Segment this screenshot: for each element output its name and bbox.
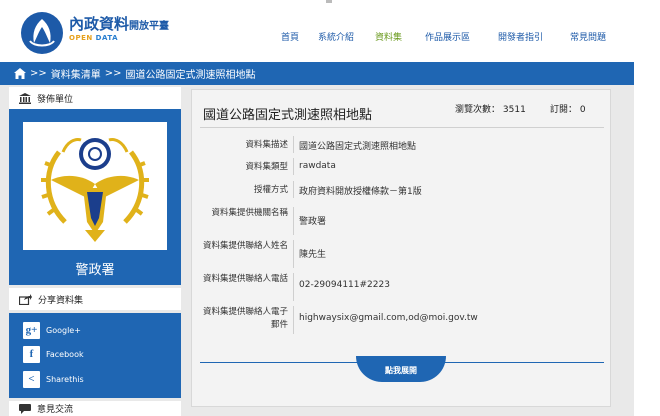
field-value-type: rawdata: [299, 161, 336, 171]
field-value-license[interactable]: 政府資料開放授權條款－第1版: [299, 184, 422, 197]
field-label-description: 資料集描述: [245, 140, 288, 150]
share-google-plus[interactable]: g+ Google+: [23, 321, 81, 339]
top-marker: [326, 0, 332, 3]
field-label-contact-email: 資料集提供聯絡人電子郵件: [202, 307, 288, 330]
divider: [293, 181, 294, 198]
divider: [293, 240, 294, 268]
feedback-heading-label[interactable]: 意見交流: [37, 402, 73, 415]
field-value-contact-phone: 02-29094111#2223: [299, 280, 390, 290]
nav-datasets[interactable]: 資料集: [375, 30, 402, 43]
breadcrumb-separator: >>: [30, 68, 47, 79]
divider: [293, 306, 294, 334]
google-plus-icon: g+: [23, 321, 40, 339]
expand-button[interactable]: 點我展開: [356, 356, 446, 382]
share-sharethis[interactable]: < Sharethis: [23, 370, 84, 388]
publisher-heading: 發佈單位: [9, 87, 181, 109]
police-emblem-icon: [41, 138, 149, 242]
field-value-contact-name: 陳先生: [299, 250, 327, 260]
view-count: 瀏覽次數： 3511: [455, 105, 526, 115]
share-facebook[interactable]: f Facebook: [23, 345, 84, 363]
breadcrumb-current[interactable]: 國道公路固定式測速照相地點: [126, 66, 256, 81]
comment-icon: [19, 403, 31, 414]
share-google-plus-label: Google+: [46, 325, 81, 335]
nav-showcase[interactable]: 作品展示區: [425, 30, 470, 43]
facebook-icon: f: [23, 345, 40, 363]
building-icon: [19, 92, 31, 104]
divider: [293, 273, 294, 301]
dataset-title: 國道公路固定式測速照相地點: [203, 108, 373, 123]
share-panel: g+ Google+ f Facebook < Sharethis: [9, 313, 181, 398]
publisher-logo: [23, 122, 167, 250]
share-facebook-label: Facebook: [46, 349, 84, 359]
field-label-type: 資料集類型: [245, 162, 288, 172]
publisher-name: 警政署: [75, 263, 115, 278]
divider: [293, 158, 294, 175]
publisher-heading-label: 發佈單位: [37, 94, 74, 105]
site-title[interactable]: 內政資料開放平臺: [69, 13, 169, 34]
site-subtitle: OPEN DATA: [69, 34, 119, 42]
nav-faq[interactable]: 常見問題: [570, 30, 606, 43]
page-margin: [634, 0, 660, 416]
nav-system-intro[interactable]: 系統介紹: [318, 30, 354, 43]
share-arrow-icon: [19, 293, 32, 305]
home-icon[interactable]: [14, 68, 26, 79]
divider: [293, 207, 294, 235]
share-icon: <: [23, 370, 40, 388]
dataset-panel: 國道公路固定式測速照相地點 瀏覽次數： 3511 訂閱： 0 資料集描述 國道公…: [191, 89, 611, 407]
field-label-contact-phone: 資料集提供聯絡人電話: [202, 274, 288, 284]
field-label-agency: 資料集提供機關名稱: [211, 208, 288, 218]
share-heading-label: 分享資料集: [38, 295, 84, 306]
publisher-card: 警政署: [9, 109, 181, 285]
field-value-description: 國道公路固定式測速照相地點: [299, 142, 417, 152]
subscription-count: 訂閱： 0: [550, 105, 586, 115]
nav-home[interactable]: 首頁: [281, 30, 299, 43]
breadcrumb-dataset-list[interactable]: 資料集清單: [51, 66, 101, 81]
site-header: 內政資料開放平臺 OPEN DATA 首頁 系統介紹 資料集 作品展示區 開發者…: [0, 0, 634, 62]
share-heading: 分享資料集: [9, 288, 181, 310]
field-value-agency: 警政署: [299, 217, 327, 227]
field-value-contact-email[interactable]: highwaysix@gmail.com,od@moi.gov.tw: [299, 313, 478, 323]
share-sharethis-label: Sharethis: [46, 374, 84, 384]
field-label-license: 授權方式: [253, 185, 288, 195]
divider: [200, 127, 604, 128]
breadcrumb: >> 資料集清單 >> 國道公路固定式測速照相地點: [0, 62, 634, 85]
logo-icon[interactable]: [20, 11, 64, 55]
breadcrumb-separator: >>: [104, 68, 122, 79]
feedback-heading: 意見交流: [9, 401, 181, 416]
nav-developer-guide[interactable]: 開發者指引: [498, 30, 543, 43]
divider: [293, 136, 294, 153]
field-label-contact-name: 資料集提供聯絡人姓名: [202, 241, 288, 251]
